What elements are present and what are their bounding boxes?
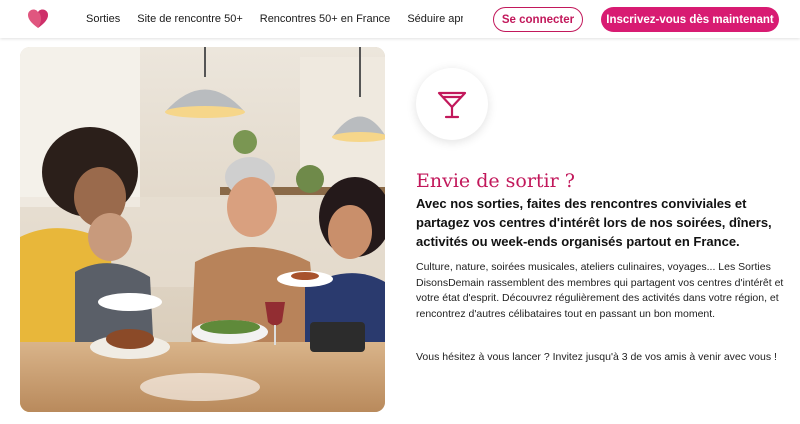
section-title: Envie de sortir ? — [416, 170, 575, 192]
icon-badge — [416, 68, 488, 140]
section-paragraph-1: Culture, nature, soirées musicales, atel… — [416, 261, 784, 320]
nav-item-sorties[interactable]: Sorties — [86, 13, 120, 25]
login-button[interactable]: Se connecter — [493, 7, 583, 32]
top-navigation-bar: Sorties Site de rencontre 50+ Rencontres… — [0, 0, 800, 38]
nav-item-site-rencontre-50[interactable]: Site de rencontre 50+ — [137, 13, 243, 25]
main-nav: Sorties Site de rencontre 50+ Rencontres… — [86, 0, 463, 38]
dinner-party-photo — [20, 47, 385, 412]
heart-logo-icon[interactable] — [27, 8, 49, 30]
section-lead: Avec nos sorties, faites des rencontres … — [416, 196, 772, 249]
signup-button[interactable]: Inscrivez-vous dès maintenant — [601, 7, 779, 32]
section-paragraph-2: Vous hésitez à vous lancer ? Invitez jus… — [416, 351, 777, 363]
nav-item-rencontres-france[interactable]: Rencontres 50+ en France — [260, 13, 391, 25]
cocktail-glass-icon — [437, 91, 467, 119]
nav-item-seduire[interactable]: Séduire après 50 ans — [407, 13, 463, 25]
